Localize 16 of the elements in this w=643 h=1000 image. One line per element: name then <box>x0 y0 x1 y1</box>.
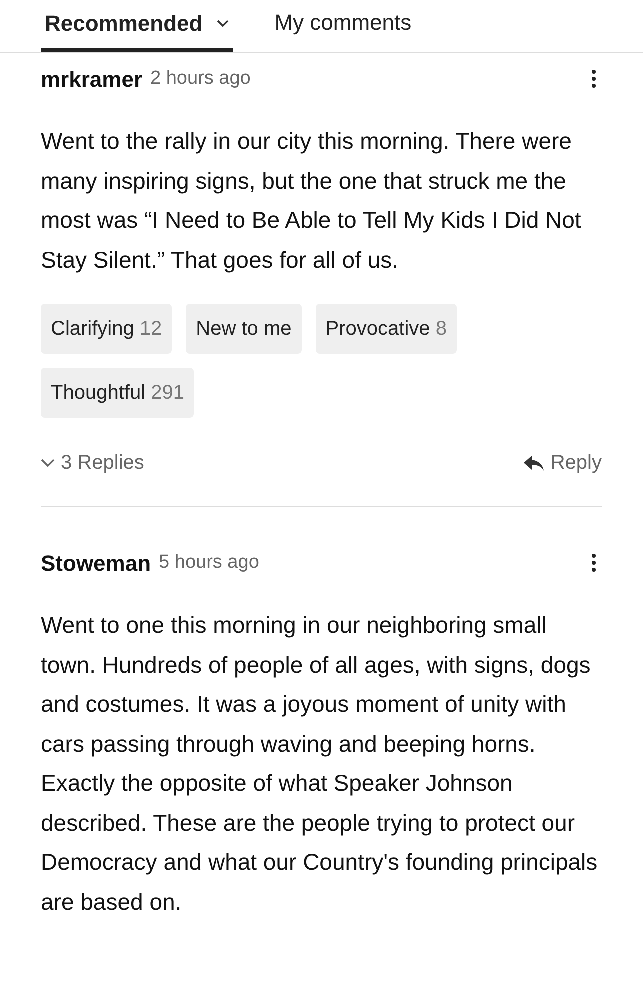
reply-arrow-icon <box>522 455 545 471</box>
timestamp: 5 hours ago <box>159 551 260 576</box>
replies-toggle[interactable]: 3 Replies <box>41 448 144 478</box>
reply-button[interactable]: Reply <box>522 448 602 478</box>
comment-text: Went to one this morning in our neighboring small town. Hundreds of people of all ages, with signs, dogs and costumes. It was a joyous moment of unity with cars passing through waving and beeping horns. Exactly the opposite of what Speaker Johnson described. These are the people trying to protect our Democracy and what our Country's founding principals are based on. <box>41 611 599 916</box>
reaction-button[interactable]: Thoughtful 291 <box>41 368 194 418</box>
chevron-down-icon <box>41 458 55 468</box>
author-name[interactable]: mrkramer <box>41 63 143 96</box>
comment-text: Went to the rally in our city this morning. There were many inspiring signs, but the one that struck me the most was “I Need to Be Able to Tell My Kids I Did Not Stay Silent.” That goes for all of us. <box>41 127 582 275</box>
tab[interactable]: My comments <box>274 0 412 47</box>
reaction-button[interactable]: New to me <box>186 304 302 354</box>
author-name[interactable]: Stoweman <box>41 547 152 580</box>
reaction-button[interactable]: Clarifying 12 <box>41 304 172 354</box>
reaction-button[interactable]: Provocative 8 <box>316 304 457 354</box>
timestamp: 2 hours ago <box>150 67 251 92</box>
tab[interactable]: Recommended <box>41 3 233 52</box>
